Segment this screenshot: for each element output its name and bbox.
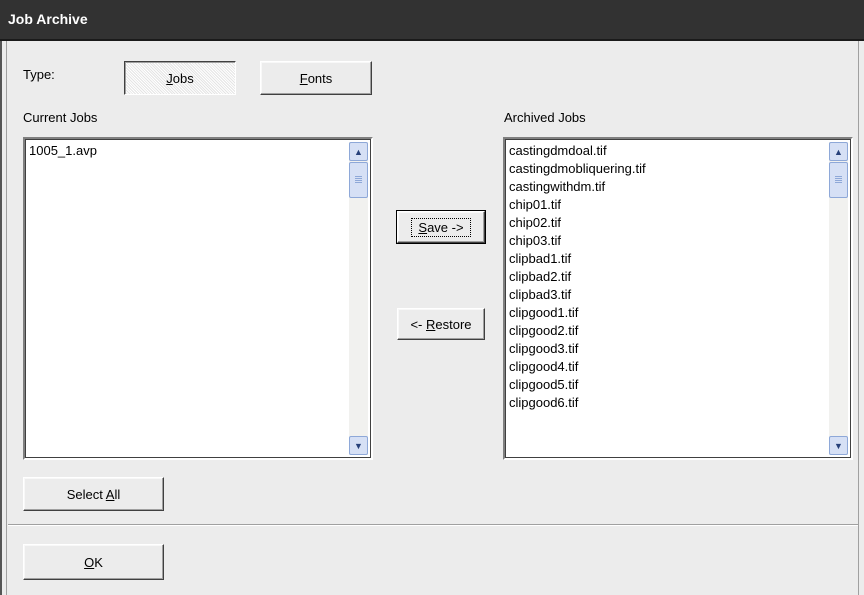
current-jobs-list[interactable]: 1005_1.avp ▲ ▼ xyxy=(23,137,373,460)
list-item[interactable]: chip03.tif xyxy=(509,232,829,250)
list-item[interactable]: castingwithdm.tif xyxy=(509,178,829,196)
chevron-up-icon[interactable]: ▲ xyxy=(829,142,848,161)
save-button-label: Save -> xyxy=(411,217,471,237)
list-item[interactable]: clipgood4.tif xyxy=(509,358,829,376)
scroll-thumb[interactable] xyxy=(829,162,848,198)
list-item[interactable]: clipgood1.tif xyxy=(509,304,829,322)
list-item[interactable]: chip01.tif xyxy=(509,196,829,214)
select-all-label: Select All xyxy=(66,486,121,502)
list-item[interactable]: clipgood3.tif xyxy=(509,340,829,358)
archived-jobs-items: castingdmdoal.tif castingdmobliquering.ti… xyxy=(509,142,829,455)
current-jobs-scrollbar[interactable]: ▲ ▼ xyxy=(349,142,368,455)
window-title: Job Archive xyxy=(8,11,88,27)
fonts-type-button[interactable]: Fonts xyxy=(260,61,372,95)
type-label: Type: xyxy=(23,67,55,82)
grip-icon xyxy=(835,176,842,177)
list-item[interactable]: castingdmdoal.tif xyxy=(509,142,829,160)
title-bar[interactable]: Job Archive xyxy=(0,0,864,41)
chevron-up-icon[interactable]: ▲ xyxy=(349,142,368,161)
list-item[interactable]: clipgood6.tif xyxy=(509,394,829,412)
list-item[interactable]: chip02.tif xyxy=(509,214,829,232)
window-frame-left xyxy=(0,41,7,595)
list-item[interactable]: clipbad2.tif xyxy=(509,268,829,286)
chevron-down-icon[interactable]: ▼ xyxy=(829,436,848,455)
list-item[interactable]: 1005_1.avp xyxy=(29,142,349,160)
current-jobs-items: 1005_1.avp xyxy=(29,142,349,455)
list-item[interactable]: clipgood5.tif xyxy=(509,376,829,394)
list-item[interactable]: clipbad3.tif xyxy=(509,286,829,304)
jobs-type-label: Jobs xyxy=(166,70,194,86)
scroll-thumb[interactable] xyxy=(349,162,368,198)
ok-label: OK xyxy=(84,554,103,570)
save-button[interactable]: Save -> xyxy=(396,210,486,244)
list-item[interactable]: clipgood2.tif xyxy=(509,322,829,340)
list-item[interactable]: castingdmobliquering.tif xyxy=(509,160,829,178)
jobs-type-button[interactable]: Jobs xyxy=(124,61,236,95)
archived-jobs-scrollbar[interactable]: ▲ ▼ xyxy=(829,142,848,455)
archived-jobs-label: Archived Jobs xyxy=(504,110,586,125)
ok-button[interactable]: OK xyxy=(23,544,164,580)
fonts-type-label: Fonts xyxy=(299,70,333,86)
current-jobs-label: Current Jobs xyxy=(23,110,98,125)
select-all-button[interactable]: Select All xyxy=(23,477,164,511)
archived-jobs-list[interactable]: castingdmdoal.tif castingdmobliquering.ti… xyxy=(503,137,853,460)
divider xyxy=(8,524,858,526)
chevron-down-icon[interactable]: ▼ xyxy=(349,436,368,455)
restore-button-label: <- Restore xyxy=(410,316,472,332)
list-item[interactable]: clipbad1.tif xyxy=(509,250,829,268)
window-frame-right xyxy=(858,41,864,595)
restore-button[interactable]: <- Restore xyxy=(397,308,485,340)
grip-icon xyxy=(355,176,362,177)
